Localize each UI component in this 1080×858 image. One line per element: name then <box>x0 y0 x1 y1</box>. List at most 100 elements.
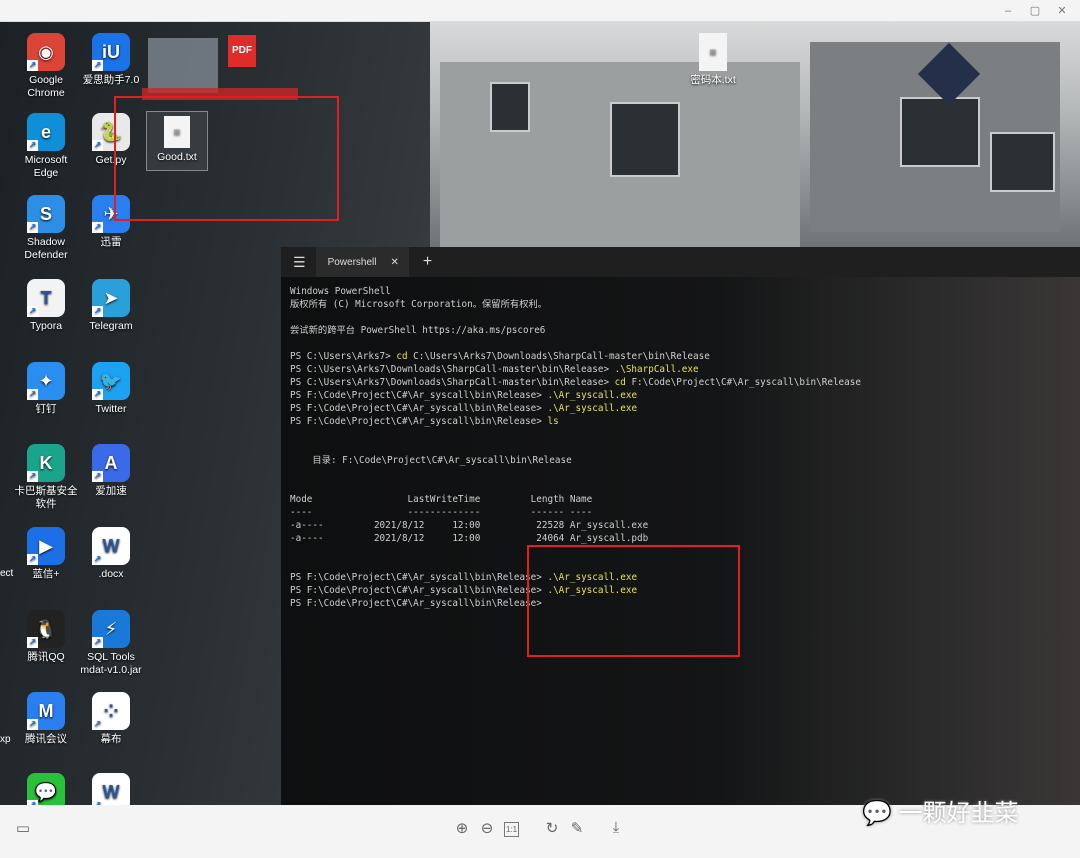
console-line: ​ <box>290 480 1071 493</box>
icon-label: 爱思助手7.0 <box>82 74 140 86</box>
app-icon: T ↗ <box>27 279 65 317</box>
shortcut-arrow-icon: ↗ <box>27 60 38 71</box>
console-line: PS C:\Users\Arks7\Downloads\SharpCall-ma… <box>290 363 1071 376</box>
shortcut-arrow-icon: ↗ <box>92 306 103 317</box>
console-prompt: PS F:\Code\Project\C#\Ar_syscall\bin\Rel… <box>290 572 548 583</box>
desktop-icon[interactable]: ◉ ↗ Google Chrome <box>13 33 79 100</box>
new-tab-button[interactable]: + <box>423 253 432 271</box>
console-prompt: ---- ------------- ------ ---- <box>290 507 593 518</box>
icon-label: .docx <box>98 568 124 580</box>
app-icon: S ↗ <box>27 195 65 233</box>
console-prompt: -a---- 2021/8/12 12:00 24064 Ar_syscall.… <box>290 533 649 544</box>
desktop-icon[interactable]: ✦ ↗ 钉钉 <box>13 362 79 416</box>
desktop-icon[interactable]: T ↗ Typora <box>13 279 79 333</box>
layout-icon[interactable]: ▭ <box>13 819 33 837</box>
console-line: Windows PowerShell​ <box>290 285 1071 298</box>
console-command: .\SharpCall.exe <box>614 364 699 375</box>
icon-label: 幕布 <box>100 733 122 745</box>
console-prompt: PS C:\Users\Arks7\Downloads\SharpCall-ma… <box>290 377 615 388</box>
console-command: .\Ar_syscall.exe <box>547 390 638 401</box>
actual-size-icon[interactable]: 1:1 <box>504 822 519 837</box>
desktop-icon[interactable]: K ↗ 卡巴斯基安全软件 <box>13 444 79 511</box>
icon-label: 蓝信+ <box>32 568 60 580</box>
desktop-icon[interactable]: ➤ ↗ Telegram <box>78 279 144 333</box>
zoom-out-icon[interactable]: ⊖ <box>477 819 497 837</box>
close-button[interactable]: ✕ <box>1054 3 1070 19</box>
partial-label: xp <box>0 734 11 745</box>
tab-powershell[interactable]: Powershell ✕ <box>315 247 409 277</box>
desktop-icon[interactable]: M ↗ 腾讯会议 <box>13 692 79 746</box>
desktop-icon[interactable]: ⚡ ↗ SQL Tools mdat-v1.0.jar <box>78 610 144 677</box>
shortcut-arrow-icon: ↗ <box>92 719 103 730</box>
desktop-icon[interactable]: A ↗ 爱加速 <box>78 444 144 498</box>
console-line: Mode LastWriteTime Length Name​ <box>290 493 1071 506</box>
text-file-icon: ≡ <box>699 33 727 71</box>
shortcut-arrow-icon: ↗ <box>27 140 38 151</box>
console-line: ​ <box>290 428 1071 441</box>
shortcut-arrow-icon: ↗ <box>27 637 38 648</box>
shortcut-arrow-icon: ↗ <box>27 554 38 565</box>
shortcut-arrow-icon: ↗ <box>92 554 103 565</box>
app-icon: ▶ ↗ <box>27 527 65 565</box>
app-icon: M ↗ <box>27 692 65 730</box>
desktop-icon[interactable]: ▶ ↗ 蓝信+ <box>13 527 79 581</box>
rotate-icon[interactable]: ↻ <box>542 819 562 837</box>
desktop-icon[interactable]: W ↗ .docx <box>78 527 144 581</box>
shortcut-arrow-icon: ↗ <box>92 140 103 151</box>
icon-label: 钉钉 <box>35 403 57 415</box>
desktop-icon[interactable]: iU ↗ 爱思助手7.0 <box>78 33 144 87</box>
edit-icon[interactable]: ✎ <box>567 819 587 837</box>
app-icon: 🐧 ↗ <box>27 610 65 648</box>
console-line: ---- ------------- ------ ----​ <box>290 506 1071 519</box>
console-prompt: Windows PowerShell <box>290 286 391 297</box>
console-command: ls <box>547 416 559 427</box>
wallpaper-building <box>430 22 1080 247</box>
wechat-icon: 💬 <box>862 800 892 827</box>
shortcut-arrow-icon: ↗ <box>92 389 103 400</box>
highlight-box-output <box>527 545 740 657</box>
console-line: ​ <box>290 337 1071 350</box>
desktop-icon[interactable]: e ↗ Microsoft Edge <box>13 113 79 180</box>
tab-label: Powershell <box>327 256 377 268</box>
desktop-file-passwords[interactable]: ≡ 密码本.txt <box>680 33 746 87</box>
console-line: PS F:\Code\Project\C#\Ar_syscall\bin\Rel… <box>290 389 1071 402</box>
console-line: 尝试新的跨平台 PowerShell https://aka.ms/pscore… <box>290 324 1071 337</box>
console-line: 版权所有 (C) Microsoft Corporation。保留所有权利。​ <box>290 298 1071 311</box>
pdf-file-icon[interactable]: PDF <box>228 35 256 67</box>
desktop-icon[interactable]: ⁘ ↗ 幕布 <box>78 692 144 746</box>
console-argument: F:\Code\Project\C#\Ar_syscall\bin\Releas… <box>625 377 861 388</box>
console-prompt: PS F:\Code\Project\C#\Ar_syscall\bin\Rel… <box>290 585 548 596</box>
console-prompt: -a---- 2021/8/12 12:00 22528 Ar_syscall.… <box>290 520 649 531</box>
shortcut-arrow-icon: ↗ <box>92 222 103 233</box>
console-prompt: 目录: F:\Code\Project\C#\Ar_syscall\bin\Re… <box>290 455 572 466</box>
app-icon: W↗ <box>92 527 130 565</box>
desktop-icon[interactable]: 🐧 ↗ 腾讯QQ <box>13 610 79 664</box>
console-prompt: 版权所有 (C) Microsoft Corporation。保留所有权利。 <box>290 299 548 310</box>
close-tab-icon[interactable]: ✕ <box>390 257 398 268</box>
download-icon[interactable]: ⤓ <box>606 819 626 836</box>
icon-label: 爱加速 <box>95 485 127 497</box>
terminal-tabbar: ☰ Powershell ✕ + <box>281 247 1080 277</box>
shortcut-arrow-icon: ↗ <box>92 60 103 71</box>
icon-label: 腾讯会议 <box>25 733 67 745</box>
app-icon: iU ↗ <box>92 33 130 71</box>
zoom-in-icon[interactable]: ⊕ <box>452 819 472 837</box>
minimize-button[interactable]: – <box>1000 3 1016 19</box>
icon-label: Twitter <box>95 403 127 415</box>
shortcut-arrow-icon: ↗ <box>92 637 103 648</box>
app-icon: A ↗ <box>92 444 130 482</box>
console-prompt: PS F:\Code\Project\C#\Ar_syscall\bin\Rel… <box>290 390 548 401</box>
icon-label: Typora <box>29 320 63 332</box>
console-line: 目录: F:\Code\Project\C#\Ar_syscall\bin\Re… <box>290 454 1071 467</box>
app-icon: ⚡ ↗ <box>92 610 130 648</box>
app-icon: ➤ ↗ <box>92 279 130 317</box>
maximize-button[interactable]: ▢ <box>1027 3 1043 19</box>
icon-label: SQL Tools mdat-v1.0.jar <box>80 651 142 676</box>
desktop-icon[interactable]: S ↗ Shadow Defender <box>13 195 79 262</box>
console-line: ​ <box>290 441 1071 454</box>
highlight-box-files <box>114 96 339 221</box>
menu-icon[interactable]: ☰ <box>293 254 306 271</box>
shortcut-arrow-icon: ↗ <box>27 306 38 317</box>
desktop-icon[interactable]: 🐦 ↗ Twitter <box>78 362 144 416</box>
console-line: -a---- 2021/8/12 12:00 22528 Ar_syscall.… <box>290 519 1071 532</box>
